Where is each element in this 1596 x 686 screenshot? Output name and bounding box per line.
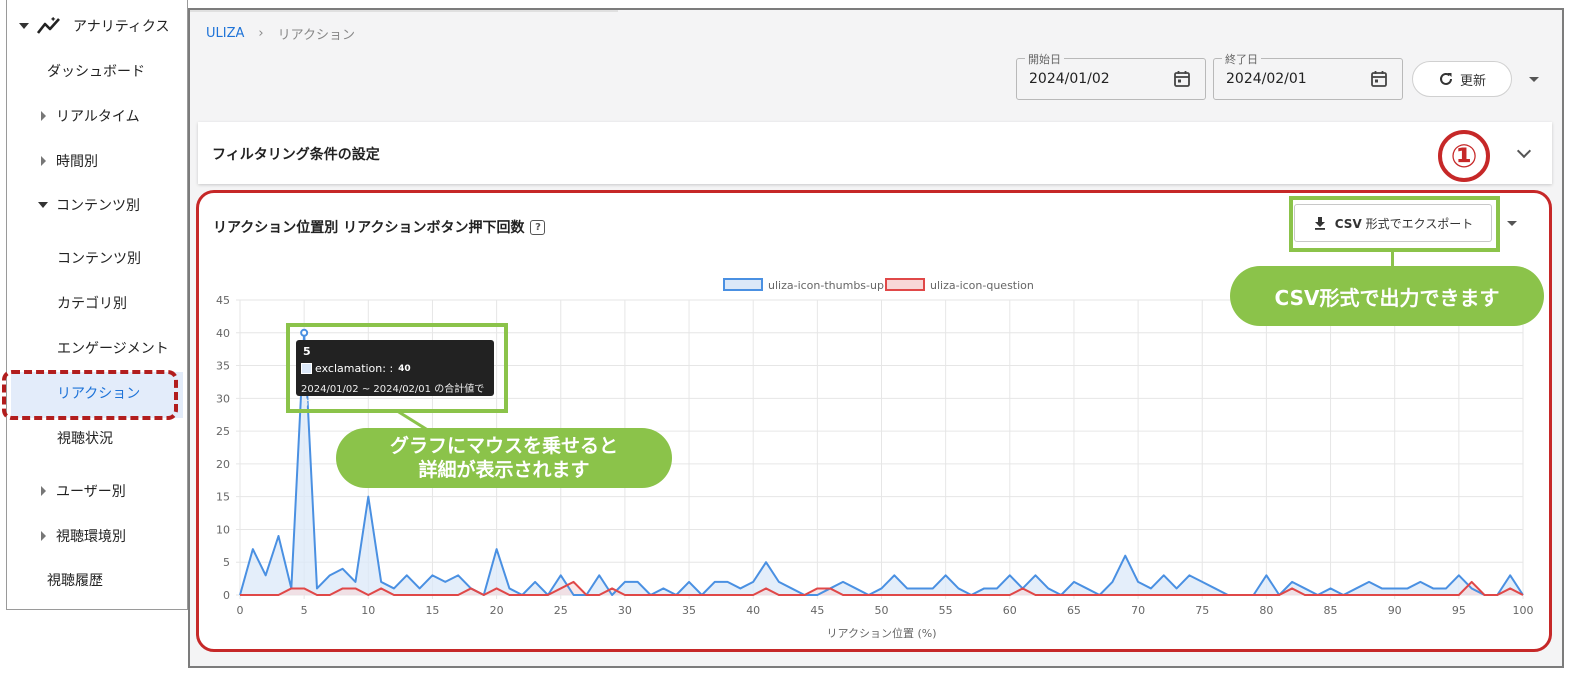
csv-callout: CSV形式で出力できます: [1230, 266, 1544, 326]
sidebar-item-by-user-label: ユーザー別: [56, 484, 126, 500]
chart-tooltip: 5 exclamation: : 40 2024/01/02 ~ 2024/02…: [296, 340, 494, 410]
sidebar-item-by-content[interactable]: コンテンツ別: [57, 248, 141, 268]
csv-export-button[interactable]: CSV 形式でエクスポート: [1294, 204, 1492, 242]
tooltip-series-line: exclamation: : 40: [301, 362, 411, 375]
analytics-icon: [37, 17, 60, 34]
sidebar-item-history[interactable]: 視聴履歴: [47, 570, 103, 590]
caret-right-icon: [41, 486, 46, 496]
sidebar-item-dashboard[interactable]: ダッシュボード: [47, 61, 145, 81]
csv-export-label-rest: 形式でエクスポート: [1365, 216, 1474, 231]
refresh-icon: [1440, 72, 1452, 85]
sidebar-item-by-time[interactable]: 時間別: [41, 151, 98, 171]
sidebar-item-by-time-label: 時間別: [56, 154, 98, 170]
end-date-field[interactable]: 終了日 2024/02/01: [1213, 51, 1403, 100]
sidebar-item-realtime[interactable]: リアルタイム: [41, 106, 140, 126]
top-divider: [190, 10, 618, 12]
start-date-value: 2024/01/02: [1029, 71, 1110, 87]
sidebar-item-by-content-group[interactable]: コンテンツ別: [38, 195, 140, 215]
refresh-label: 更新: [1459, 73, 1486, 89]
sidebar: アナリティクス ダッシュボード リアルタイム 時間別 コンテンツ別 コンテンツ別…: [6, 0, 188, 610]
reaction-highlight-dashed-box: [2, 370, 178, 420]
sidebar-item-analytics[interactable]: アナリティクス: [19, 16, 169, 36]
refresh-button[interactable]: 更新: [1412, 61, 1512, 97]
download-icon: [1314, 217, 1325, 230]
tooltip-swatch: [301, 363, 312, 374]
breadcrumb-current: リアクション: [277, 28, 355, 43]
sidebar-item-dashboard-label: ダッシュボード: [47, 64, 145, 80]
calendar-icon[interactable]: [1173, 70, 1191, 88]
tooltip-series-label: exclamation: :: [315, 362, 394, 375]
export-dropdown-icon[interactable]: [1507, 221, 1517, 226]
tooltip-note: 2024/01/02 ~ 2024/02/01 の合計値です: [301, 384, 485, 410]
csv-export-label-bold: CSV: [1334, 216, 1362, 231]
hover-callout-line2: 詳細が表示されます: [418, 459, 590, 481]
breadcrumb-separator: ›: [258, 26, 264, 41]
hover-callout: グラフにマウスを乗せると 詳細が表示されます: [336, 428, 672, 488]
step-number-badge: ①: [1438, 130, 1490, 182]
caret-down-icon: [38, 202, 48, 208]
calendar-icon[interactable]: [1370, 70, 1388, 88]
chart-panel: リアクション位置別 リアクションボタン押下回数 ?: [196, 190, 1552, 652]
sidebar-item-realtime-label: リアルタイム: [56, 109, 140, 125]
caret-right-icon: [41, 156, 46, 166]
sidebar-item-by-category[interactable]: カテゴリ別: [57, 293, 127, 313]
caret-right-icon: [41, 111, 46, 121]
hover-callout-line1: グラフにマウスを乗せると: [389, 435, 618, 457]
chevron-down-icon[interactable]: [1516, 143, 1532, 159]
filter-panel[interactable]: フィルタリング条件の設定: [198, 122, 1552, 184]
sidebar-item-history-label: 視聴履歴: [47, 573, 103, 589]
sidebar-item-engagement[interactable]: エンゲージメント: [57, 338, 169, 358]
caret-down-icon: [19, 23, 29, 29]
sidebar-item-viewing-status[interactable]: 視聴状況: [57, 428, 113, 448]
chart-title-text: リアクション位置別 リアクションボタン押下回数: [213, 220, 525, 236]
sidebar-item-by-content-group-label: コンテンツ別: [56, 198, 140, 214]
filter-panel-title: フィルタリング条件の設定: [212, 147, 380, 163]
start-date-legend: 開始日: [1025, 51, 1064, 67]
csv-export-label: CSV 形式でエクスポート: [1335, 215, 1473, 232]
end-date-value: 2024/02/01: [1226, 71, 1307, 87]
tooltip-title: 5: [303, 345, 311, 358]
sidebar-item-by-environment[interactable]: 視聴環境別: [41, 526, 126, 546]
start-date-field[interactable]: 開始日 2024/01/02: [1016, 51, 1206, 100]
tooltip-series-value: 40: [398, 363, 411, 374]
end-date-legend: 終了日: [1222, 51, 1261, 67]
refresh-dropdown-icon[interactable]: [1529, 77, 1539, 82]
chart-panel-title: リアクション位置別 リアクションボタン押下回数 ?: [213, 217, 546, 237]
sidebar-item-viewing-status-label: 視聴状況: [57, 431, 113, 447]
help-icon[interactable]: ?: [530, 219, 546, 235]
sidebar-item-by-user[interactable]: ユーザー別: [41, 481, 126, 501]
sidebar-item-engagement-label: エンゲージメント: [57, 341, 169, 357]
caret-right-icon: [41, 531, 46, 541]
sidebar-item-by-content-label: コンテンツ別: [57, 251, 141, 267]
breadcrumb-root-link[interactable]: ULIZA: [206, 26, 244, 41]
sidebar-item-by-category-label: カテゴリ別: [57, 296, 127, 312]
sidebar-item-analytics-label: アナリティクス: [73, 19, 170, 35]
app-root: アナリティクス ダッシュボード リアルタイム 時間別 コンテンツ別 コンテンツ別…: [0, 0, 1596, 686]
breadcrumb: ULIZA › リアクション: [206, 24, 355, 43]
sidebar-item-by-environment-label: 視聴環境別: [56, 529, 126, 545]
